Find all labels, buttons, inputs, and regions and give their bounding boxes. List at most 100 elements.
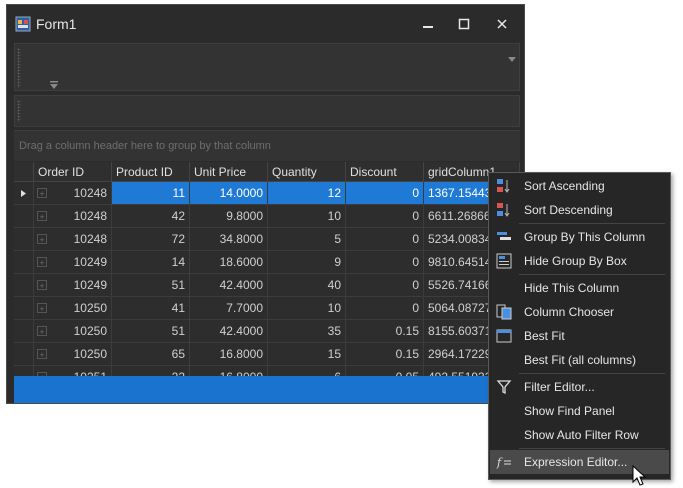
table-cell[interactable]: 42.4000	[190, 274, 268, 297]
table-cell[interactable]: 0	[346, 228, 424, 251]
expand-icon[interactable]: +	[37, 349, 47, 360]
table-cell[interactable]: +10249	[34, 251, 112, 274]
table-cell[interactable]: 15	[268, 343, 346, 366]
customize-icon[interactable]	[49, 80, 59, 90]
row-indicator[interactable]	[14, 320, 34, 343]
close-button[interactable]	[489, 13, 515, 35]
row-indicator[interactable]	[14, 251, 34, 274]
menu-item-label: Expression Editor...	[524, 455, 628, 469]
minimize-button[interactable]	[415, 13, 441, 35]
table-cell[interactable]: 14	[112, 251, 190, 274]
table-cell[interactable]: 12	[268, 182, 346, 205]
table-cell[interactable]: 7.7000	[190, 297, 268, 320]
expand-icon[interactable]: +	[37, 188, 47, 199]
column-header-quantity[interactable]: Quantity	[268, 162, 346, 182]
table-row[interactable]: +10250 41 7.7000 10 0 5064.08727	[14, 297, 520, 320]
row-indicator[interactable]	[14, 297, 34, 320]
grid-footer	[14, 376, 520, 403]
table-cell[interactable]: +10248	[34, 228, 112, 251]
expand-icon[interactable]: +	[37, 326, 47, 337]
table-cell[interactable]: 0	[346, 274, 424, 297]
svg-text:f: f	[496, 456, 503, 469]
table-cell[interactable]: 0	[346, 251, 424, 274]
table-cell[interactable]: 34.8000	[190, 228, 268, 251]
row-indicator[interactable]	[14, 228, 34, 251]
table-cell[interactable]: 18.6000	[190, 251, 268, 274]
group-by-panel[interactable]: Drag a column header here to group by th…	[14, 130, 520, 161]
table-cell[interactable]: 10	[268, 297, 346, 320]
table-cell[interactable]: 65	[112, 343, 190, 366]
main-window: Form1 Drag a column header here to group…	[6, 4, 525, 404]
table-cell[interactable]: +10250	[34, 297, 112, 320]
table-cell[interactable]: 9	[268, 251, 346, 274]
column-header-unit-price[interactable]: Unit Price	[190, 162, 268, 182]
table-cell[interactable]: +10250	[34, 320, 112, 343]
table-row[interactable]: +10248 11 14.0000 12 0 1367.15443	[14, 182, 520, 205]
cell-value: 10248	[73, 232, 107, 246]
menu-item[interactable]: Sort Ascending	[490, 174, 669, 198]
menu-item[interactable]: Sort Descending	[490, 198, 669, 222]
expand-icon[interactable]: +	[37, 280, 47, 291]
table-cell[interactable]: 9.8000	[190, 205, 268, 228]
table-row[interactable]: +10250 65 16.8000 15 0.15 2964.17229	[14, 343, 520, 366]
menu-separator	[519, 223, 665, 224]
menu-item[interactable]: Show Auto Filter Row	[490, 423, 669, 447]
table-cell[interactable]: 0	[346, 297, 424, 320]
table-cell[interactable]: 41	[112, 297, 190, 320]
row-indicator[interactable]	[14, 343, 34, 366]
toolbar-grip[interactable]	[17, 48, 21, 88]
table-row[interactable]: +10249 51 42.4000 40 0 5526.74166	[14, 274, 520, 297]
table-cell[interactable]: 10	[268, 205, 346, 228]
menu-item[interactable]: Best Fit	[490, 324, 669, 348]
group-by-icon	[497, 232, 511, 240]
table-row[interactable]: +10248 72 34.8000 5 0 5234.00834	[14, 228, 520, 251]
table-cell[interactable]: 42	[112, 205, 190, 228]
menu-item[interactable]: Column Chooser	[490, 300, 669, 324]
toolbar-grip-2[interactable]	[17, 100, 21, 122]
menu-item[interactable]: Show Find Panel	[490, 399, 669, 423]
table-cell[interactable]: 35	[268, 320, 346, 343]
table-cell[interactable]: 11	[112, 182, 190, 205]
menu-item[interactable]: Hide Group By Box	[490, 249, 669, 273]
table-cell[interactable]: +10250	[34, 343, 112, 366]
table-row[interactable]: +10250 51 42.4000 35 0.15 8155.60371	[14, 320, 520, 343]
table-cell[interactable]: 14.0000	[190, 182, 268, 205]
table-cell[interactable]: 0	[346, 205, 424, 228]
table-cell[interactable]: 0.15	[346, 343, 424, 366]
table-cell[interactable]: 51	[112, 274, 190, 297]
table-row[interactable]: +10249 14 18.6000 9 0 9810.64514	[14, 251, 520, 274]
table-cell[interactable]: +10249	[34, 274, 112, 297]
table-cell[interactable]: 72	[112, 228, 190, 251]
table-row[interactable]: +10248 42 9.8000 10 0 6611.26866	[14, 205, 520, 228]
table-cell[interactable]: 0	[346, 182, 424, 205]
expand-icon[interactable]: +	[37, 234, 47, 245]
maximize-button[interactable]	[451, 13, 477, 35]
row-indicator[interactable]	[14, 274, 34, 297]
table-cell[interactable]: 5	[268, 228, 346, 251]
menu-item-label: Sort Ascending	[524, 179, 605, 193]
row-focus-arrow-icon	[21, 190, 26, 197]
expand-icon[interactable]: +	[37, 257, 47, 268]
table-cell[interactable]: 40	[268, 274, 346, 297]
menu-item[interactable]: Hide This Column	[490, 276, 669, 300]
table-cell[interactable]: 0.15	[346, 320, 424, 343]
row-indicator[interactable]	[14, 182, 34, 205]
table-cell[interactable]: +10248	[34, 182, 112, 205]
column-header-order-id[interactable]: Order ID	[34, 162, 112, 182]
title-bar[interactable]: Form1	[7, 5, 524, 41]
expand-icon[interactable]: +	[37, 303, 47, 314]
expand-icon[interactable]: +	[37, 211, 47, 222]
menu-item[interactable]: Group By This Column	[490, 225, 669, 249]
menu-separator	[519, 274, 665, 275]
table-cell[interactable]: 51	[112, 320, 190, 343]
menu-item[interactable]: Best Fit (all columns)	[490, 348, 669, 372]
column-header-product-id[interactable]: Product ID	[112, 162, 190, 182]
table-cell[interactable]: +10248	[34, 205, 112, 228]
row-indicator[interactable]	[14, 205, 34, 228]
toolbar-dropdown-icon[interactable]	[507, 54, 517, 64]
table-cell[interactable]: 16.8000	[190, 343, 268, 366]
menu-item[interactable]: Filter Editor...	[490, 375, 669, 399]
column-header-discount[interactable]: Discount	[346, 162, 424, 182]
best-fit-icon	[496, 329, 512, 343]
table-cell[interactable]: 42.4000	[190, 320, 268, 343]
